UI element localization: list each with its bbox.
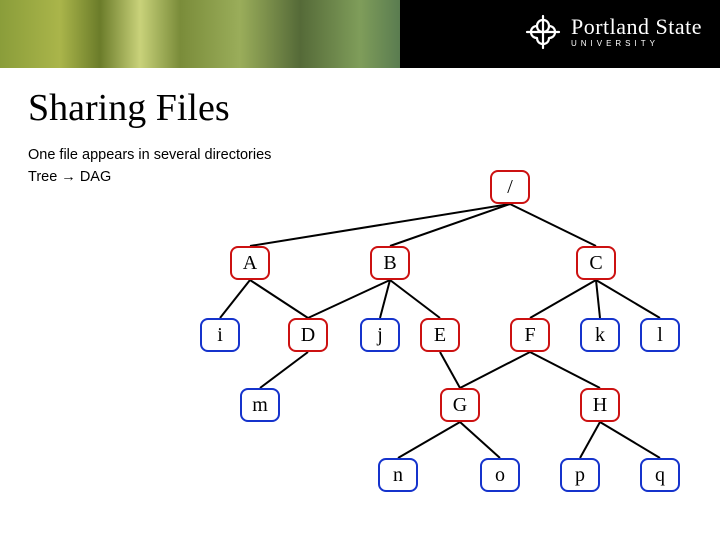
logo-text: Portland State UNIVERSITY — [571, 16, 702, 48]
node-o: o — [480, 458, 520, 492]
node-n: n — [378, 458, 418, 492]
node-C: C — [576, 246, 616, 280]
slide-content: Sharing Files One file appears in severa… — [0, 68, 720, 189]
node-p: p — [560, 458, 600, 492]
node-F: F — [510, 318, 550, 352]
node-k: k — [580, 318, 620, 352]
node-l: l — [640, 318, 680, 352]
university-name: Portland State — [571, 16, 702, 38]
slide-subtitle: One file appears in several directories … — [28, 144, 692, 189]
node-E: E — [420, 318, 460, 352]
node-i: i — [200, 318, 240, 352]
node-B: B — [370, 246, 410, 280]
node-H: H — [580, 388, 620, 422]
university-subtitle: UNIVERSITY — [571, 40, 702, 48]
node-A: A — [230, 246, 270, 280]
node-G: G — [440, 388, 480, 422]
banner-photo — [0, 0, 400, 68]
node-j: j — [360, 318, 400, 352]
logo-mark-icon — [525, 14, 561, 50]
node-m: m — [240, 388, 280, 422]
node-D: D — [288, 318, 328, 352]
slide-title: Sharing Files — [28, 86, 692, 130]
university-logo: Portland State UNIVERSITY — [525, 14, 702, 50]
node-q: q — [640, 458, 680, 492]
sub-line-1: One file appears in several directories — [28, 144, 692, 166]
sub-line-2: Tree → DAG — [28, 166, 692, 188]
banner: Portland State UNIVERSITY — [0, 0, 720, 68]
